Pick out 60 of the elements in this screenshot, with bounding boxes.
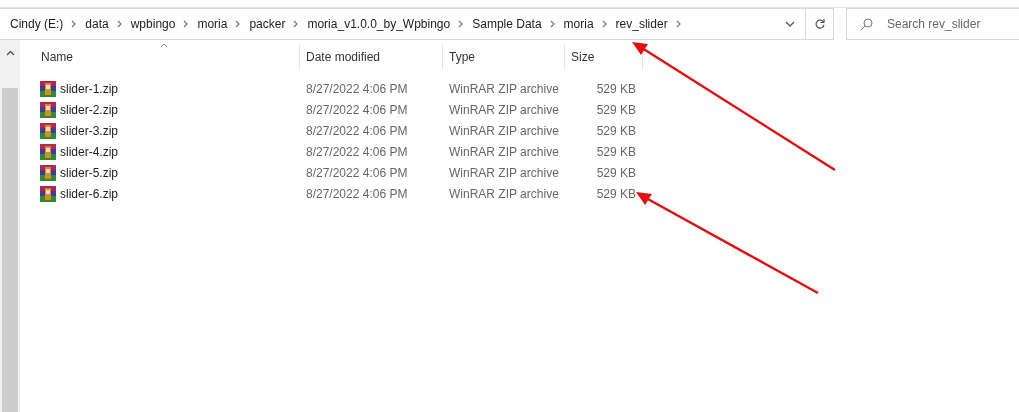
scroll-up-icon[interactable]: [5, 50, 15, 56]
chevron-icon: [116, 20, 123, 28]
refresh-icon: [813, 18, 826, 30]
breadcrumb-item[interactable]: data: [85, 15, 109, 33]
breadcrumb-item[interactable]: moria_v1.0.0_by_Wpbingo: [307, 15, 451, 33]
size-cell-text: 529 KB: [595, 164, 637, 182]
refresh-button[interactable]: [806, 8, 834, 40]
chevron-icon: [71, 20, 78, 28]
archive-icon: [40, 164, 56, 181]
chevron-icon: [235, 20, 242, 28]
chevron-icon: [183, 20, 190, 28]
file-name[interactable]: slider-2.zip: [60, 100, 119, 119]
chevron-icon: [293, 20, 300, 28]
sort-caret-icon: [160, 43, 168, 48]
date-cell-text: 8/27/2022 4:06 PM: [305, 164, 409, 182]
date-cell-text: 8/27/2022 4:06 PM: [305, 101, 409, 119]
chevron-icon: [601, 20, 608, 28]
size-cell-text: 529 KB: [595, 185, 637, 203]
column-header[interactable]: Type: [443, 45, 565, 69]
type-cell-text: WinRAR ZIP archive: [448, 185, 560, 203]
search-field[interactable]: Search rev_slider: [846, 8, 1019, 40]
size-cell-text: 529 KB: [595, 122, 637, 140]
size-cell-text: 529 KB: [595, 80, 637, 98]
archive-icon: [40, 80, 56, 97]
type-cell-text: WinRAR ZIP archive: [448, 164, 560, 182]
breadcrumb-item[interactable]: Sample Data: [472, 15, 542, 33]
breadcrumb-item[interactable]: rev_slider: [615, 15, 668, 33]
size-cell-text: 529 KB: [595, 101, 637, 119]
scrollbar[interactable]: [0, 40, 20, 412]
size-cell-text: 529 KB: [595, 143, 637, 161]
date-cell-text: 8/27/2022 4:06 PM: [305, 143, 409, 161]
type-cell-text: WinRAR ZIP archive: [448, 101, 560, 119]
search-icon: [860, 18, 873, 31]
address-bar[interactable]: Cindy (E:) data wpbingo moria packer moria_v1.0.0_by_Wpbingo Sample Data moria rev_slider: [0, 8, 806, 40]
breadcrumb-item[interactable]: Cindy (E:): [10, 15, 64, 33]
dropdown-icon[interactable]: [785, 21, 795, 27]
file-name[interactable]: slider-6.zip: [60, 184, 119, 203]
file-name[interactable]: slider-1.zip: [60, 79, 119, 98]
breadcrumb-item[interactable]: wpbingo: [130, 15, 176, 33]
archive-icon: [40, 143, 56, 160]
date-cell-text: 8/27/2022 4:06 PM: [305, 185, 409, 203]
archive-icon: [40, 101, 56, 118]
file-name[interactable]: slider-5.zip: [60, 163, 119, 182]
archive-icon: [40, 185, 56, 202]
breadcrumb-item[interactable]: packer: [249, 15, 286, 33]
date-cell-text: 8/27/2022 4:06 PM: [305, 122, 409, 140]
date-cell-text: 8/27/2022 4:06 PM: [305, 80, 409, 98]
column-header[interactable]: Date modified: [300, 45, 443, 69]
file-name[interactable]: slider-3.zip: [60, 121, 119, 140]
file-name[interactable]: slider-4.zip: [60, 142, 119, 161]
type-cell-text: WinRAR ZIP archive: [448, 122, 560, 140]
chevron-icon: [675, 20, 682, 28]
type-cell-text: WinRAR ZIP archive: [448, 80, 560, 98]
type-cell-text: WinRAR ZIP archive: [448, 143, 560, 161]
breadcrumb-item[interactable]: moria: [563, 15, 594, 33]
breadcrumb-item[interactable]: moria: [197, 15, 228, 33]
chevron-icon: [549, 20, 556, 28]
chevron-icon: [458, 20, 465, 28]
archive-icon: [40, 122, 56, 139]
column-header[interactable]: Name: [40, 45, 300, 69]
